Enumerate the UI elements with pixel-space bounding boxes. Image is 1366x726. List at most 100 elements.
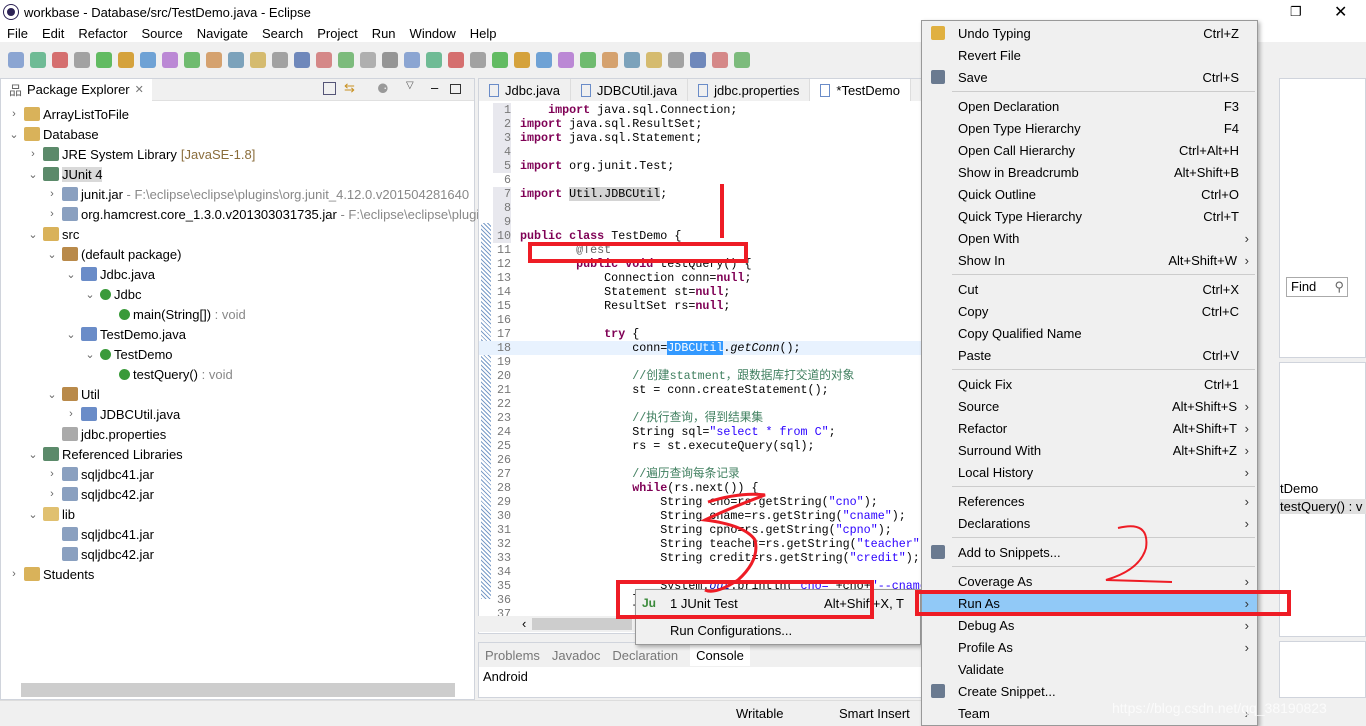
menu-item-cut[interactable]: Cut Ctrl+X [922, 278, 1257, 300]
editor-tab[interactable]: JDBCUtil.java [571, 79, 689, 101]
toolbar-button-icon[interactable] [272, 52, 288, 68]
chevron-down-icon[interactable]: ⌄ [45, 388, 59, 401]
filters-icon[interactable]: ⚈ [377, 81, 389, 97]
minimize-icon[interactable]: – [431, 80, 438, 95]
menu-source[interactable]: Source [135, 26, 190, 41]
tree-item[interactable]: › JDBCUtil.java [64, 404, 180, 424]
toolbar-button-icon[interactable] [52, 52, 68, 68]
toolbar-button-icon[interactable] [74, 52, 90, 68]
menu-item-references[interactable]: References › [922, 490, 1257, 512]
tree-item[interactable]: › JRE System Library [JavaSE-1.8] [26, 144, 255, 164]
link-with-editor-icon[interactable]: ⇆ [344, 80, 355, 96]
tree-item[interactable]: › sqljdbc41.jar [45, 464, 154, 484]
toolbar-button-icon[interactable] [734, 52, 750, 68]
menu-item-open-declaration[interactable]: Open Declaration F3 [922, 95, 1257, 117]
editor-tab[interactable]: Jdbc.java [479, 79, 571, 101]
menu-item-open-type-hierarchy[interactable]: Open Type Hierarchy F4 [922, 117, 1257, 139]
menu-item-quick-fix[interactable]: Quick Fix Ctrl+1 [922, 373, 1257, 395]
toolbar-button-icon[interactable] [118, 52, 134, 68]
close-window-icon[interactable]: ✕ [1334, 2, 1347, 22]
chevron-right-icon[interactable]: › [45, 208, 59, 220]
menu-project[interactable]: Project [310, 26, 364, 41]
toolbar-button-icon[interactable] [360, 52, 376, 68]
tree-item[interactable]: › sqljdbc42.jar [45, 484, 154, 504]
toolbar-button-icon[interactable] [712, 52, 728, 68]
tree-item[interactable]: ⌄ JUnit 4 [26, 164, 103, 184]
toolbar-button-icon[interactable] [514, 52, 530, 68]
chevron-down-icon[interactable]: ⌄ [26, 508, 40, 521]
toolbar-button-icon[interactable] [602, 52, 618, 68]
menu-edit[interactable]: Edit [35, 26, 71, 41]
toolbar-button-icon[interactable] [250, 52, 266, 68]
toolbar-button-icon[interactable] [140, 52, 156, 68]
chevron-down-icon[interactable]: ⌄ [83, 348, 97, 361]
tree-item[interactable]: sqljdbc41.jar [45, 524, 154, 544]
chevron-right-icon[interactable]: › [26, 148, 40, 160]
tree-item[interactable]: ⌄ Jdbc.java [64, 264, 155, 284]
menu-file[interactable]: File [0, 26, 35, 41]
toolbar-button-icon[interactable] [690, 52, 706, 68]
chevron-down-icon[interactable]: ⌄ [26, 168, 40, 181]
menu-item-copy[interactable]: Copy Ctrl+C [922, 300, 1257, 322]
toolbar-button-icon[interactable] [316, 52, 332, 68]
chevron-down-icon[interactable]: ⌄ [26, 448, 40, 461]
toolbar-button-icon[interactable] [404, 52, 420, 68]
menu-item-run-as[interactable]: Run As › [922, 592, 1257, 614]
menu-item-show-in[interactable]: Show In Alt+Shift+W › [922, 249, 1257, 271]
toolbar-button-icon[interactable] [536, 52, 552, 68]
chevron-right-icon[interactable]: › [45, 188, 59, 200]
tree-item[interactable]: ⌄ lib [26, 504, 75, 524]
view-menu-icon[interactable]: ▽ [406, 80, 414, 91]
toolbar-button-icon[interactable] [558, 52, 574, 68]
toolbar-button-icon[interactable] [294, 52, 310, 68]
tree-item[interactable]: ⌄ src [26, 224, 79, 244]
restore-window-icon[interactable]: ❐ [1290, 4, 1302, 20]
tree-item[interactable]: testQuery() : void [102, 364, 233, 384]
menu-item-add-to-snippets[interactable]: Add to Snippets... [922, 541, 1257, 563]
close-tab-icon[interactable]: ✕ [135, 83, 144, 96]
editor-tab[interactable]: jdbc.properties [688, 79, 811, 101]
tree-item[interactable]: ⌄ Referenced Libraries [26, 444, 182, 464]
toolbar-button-icon[interactable] [426, 52, 442, 68]
toolbar-button-icon[interactable] [580, 52, 596, 68]
menu-search[interactable]: Search [255, 26, 310, 41]
menu-run[interactable]: Run [365, 26, 403, 41]
tree-item[interactable]: ⌄ (default package) [45, 244, 181, 264]
tree-item[interactable]: ⌄ TestDemo [83, 344, 172, 364]
chevron-right-icon[interactable]: › [7, 108, 21, 120]
menu-item-copy-qualified-name[interactable]: Copy Qualified Name [922, 322, 1257, 344]
menu-window[interactable]: Window [403, 26, 463, 41]
outline-class[interactable]: tDemo [1280, 481, 1318, 496]
menu-item-profile-as[interactable]: Profile As › [922, 636, 1257, 658]
toolbar-button-icon[interactable] [228, 52, 244, 68]
menu-item-refactor[interactable]: Refactor Alt+Shift+T › [922, 417, 1257, 439]
tree-item[interactable]: › Students [7, 564, 94, 584]
menu-item-local-history[interactable]: Local History › [922, 461, 1257, 483]
chevron-right-icon[interactable]: › [45, 488, 59, 500]
menu-item-validate[interactable]: Validate [922, 658, 1257, 680]
menu-item-junit-test[interactable]: Ju 1 JUnit Test Alt+Shift+X, T [636, 590, 920, 616]
toolbar-button-icon[interactable] [206, 52, 222, 68]
tree-item[interactable]: ⌄ TestDemo.java [64, 324, 186, 344]
toolbar-button-icon[interactable] [668, 52, 684, 68]
scroll-thumb[interactable] [532, 618, 632, 630]
code-area[interactable]: 1 import java.sql.Connection; 2 import jav… [479, 103, 922, 621]
toolbar-button-icon[interactable] [8, 52, 24, 68]
toolbar-button-icon[interactable] [646, 52, 662, 68]
find-input[interactable]: Find ⚲ [1286, 277, 1348, 297]
toolbar-button-icon[interactable] [338, 52, 354, 68]
toolbar-button-icon[interactable] [624, 52, 640, 68]
menu-item-open-call-hierarchy[interactable]: Open Call Hierarchy Ctrl+Alt+H [922, 139, 1257, 161]
tab-package-explorer[interactable]: 品 Package Explorer ✕ [1, 78, 152, 101]
chevron-down-icon[interactable]: ⌄ [45, 248, 59, 261]
tree-item[interactable]: › ArrayListToFile [7, 104, 129, 124]
menu-item-quick-outline[interactable]: Quick Outline Ctrl+O [922, 183, 1257, 205]
tab-console[interactable]: Console [690, 644, 750, 666]
tree-item[interactable]: jdbc.properties [45, 424, 166, 444]
toolbar-button-icon[interactable] [184, 52, 200, 68]
tree-item[interactable]: ⌄ Database [7, 124, 98, 144]
tree-item[interactable]: ⌄ Util [45, 384, 99, 404]
toolbar-button-icon[interactable] [470, 52, 486, 68]
menu-refactor[interactable]: Refactor [71, 26, 134, 41]
menu-navigate[interactable]: Navigate [190, 26, 255, 41]
